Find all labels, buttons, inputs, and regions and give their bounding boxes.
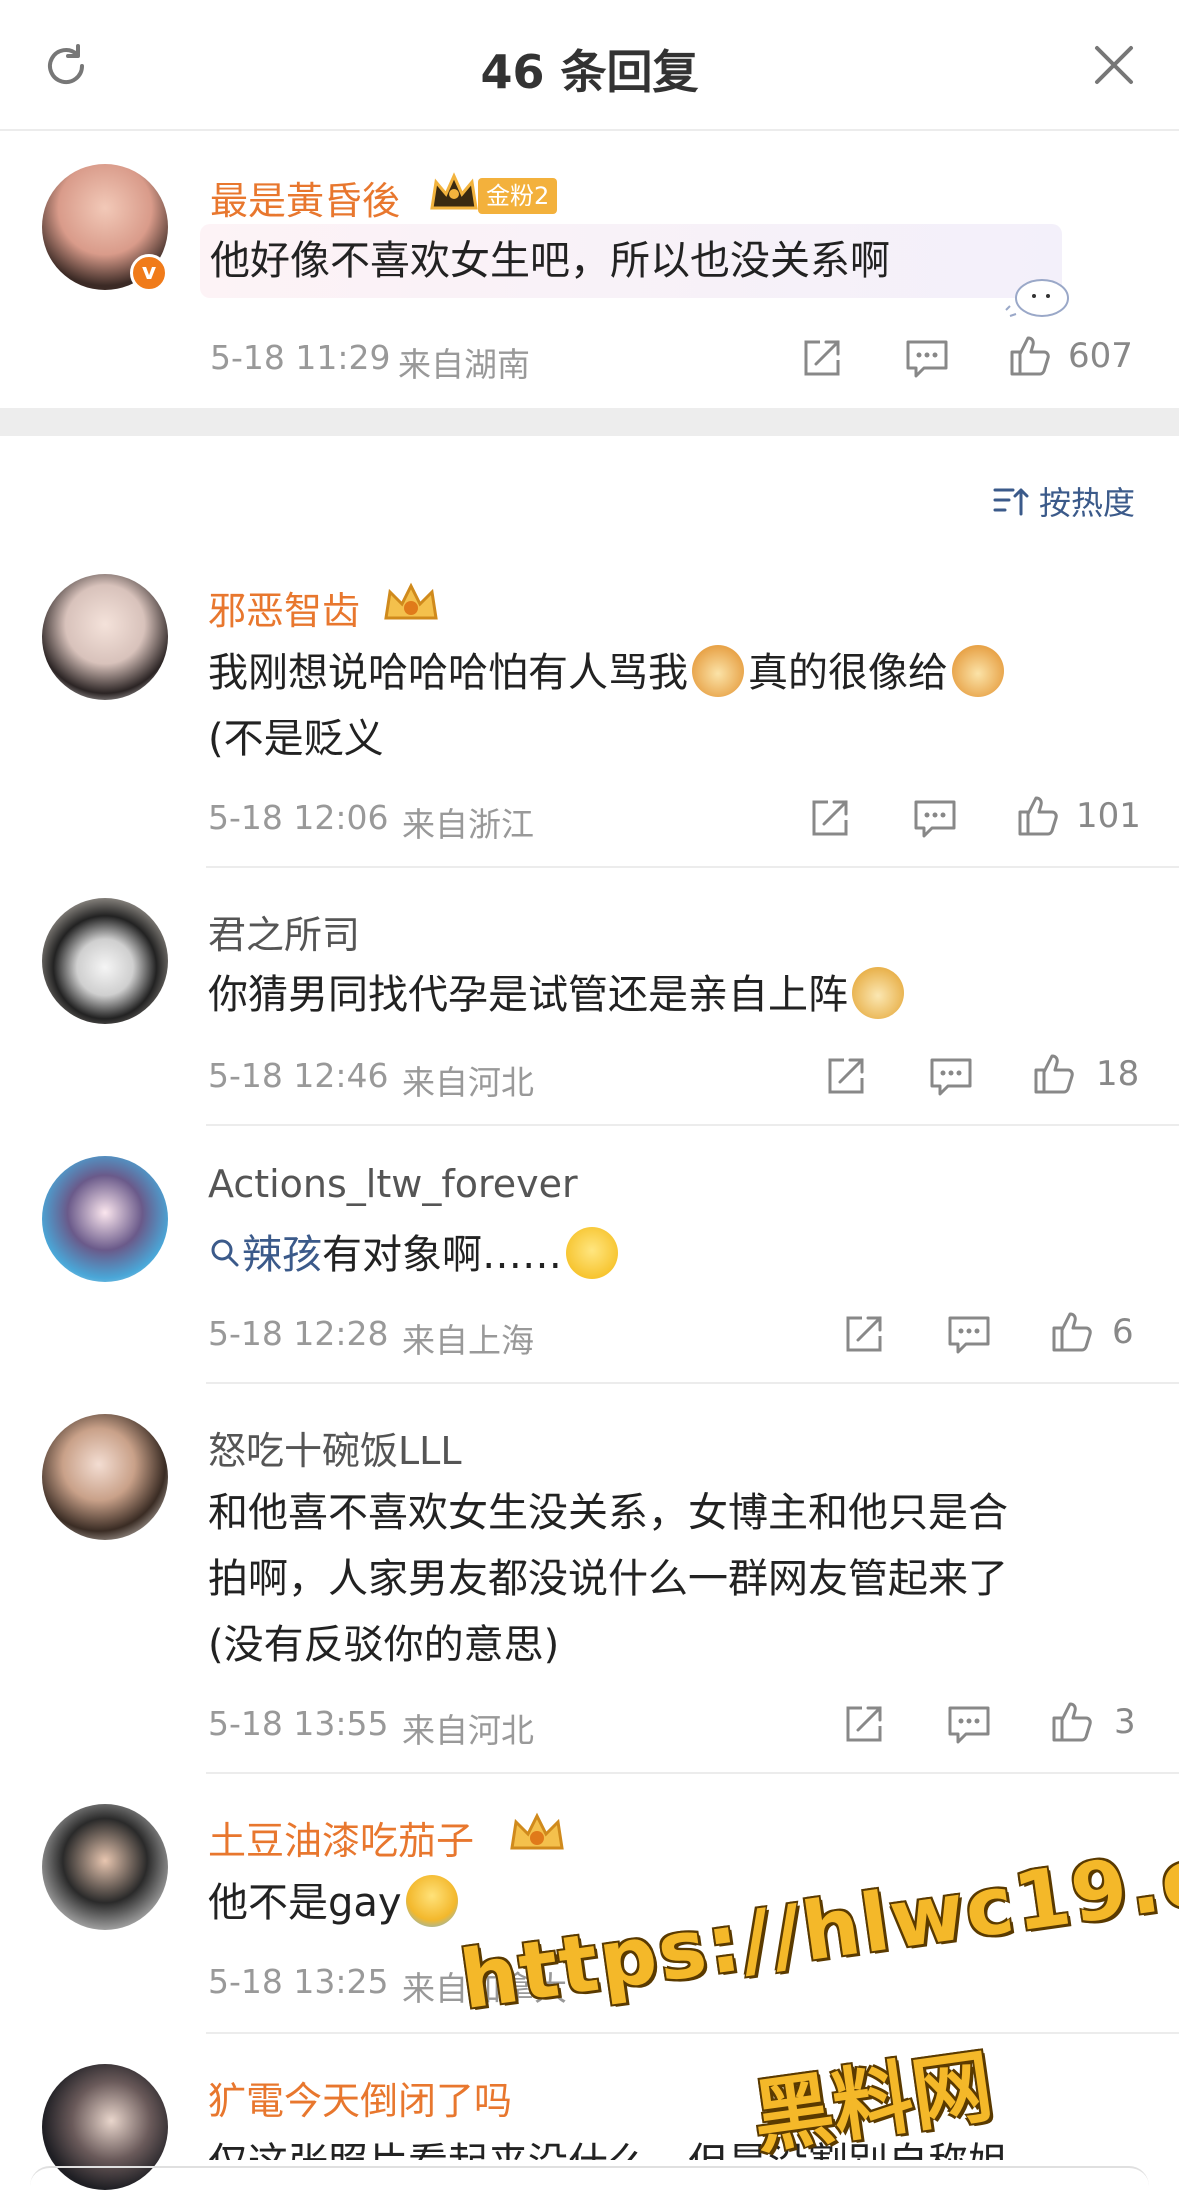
share-icon[interactable] [808,796,852,840]
bottom-sheet-edge [30,2166,1149,2186]
comment-text-part: (没有反驳你的意思) [208,1622,560,1668]
comment-icon[interactable] [928,1054,974,1098]
like-count: 6 [1112,1312,1134,1352]
share-icon[interactable] [842,1702,886,1746]
comment-author[interactable]: 邪恶智齿 [208,580,360,635]
comment-text-part: 有对象啊…… [322,1232,562,1278]
share-icon[interactable] [842,1312,886,1356]
doge-emoji-icon [952,645,1004,697]
like-count: 3 [1114,1702,1136,1742]
comment-text-part: 他不是gay [208,1880,402,1926]
smile-emoji-icon [566,1227,618,1279]
comment-text: 他好像不喜欢女生吧，所以也没关系啊 [210,238,890,284]
crown-icon [510,1812,564,1850]
comment-location: 来自河北 [402,1063,534,1102]
like-icon[interactable] [1006,332,1054,380]
crying-emoji-icon [405,1875,458,1927]
comment-author[interactable]: 土豆油漆吃茄子 [208,1810,474,1865]
page-title: 46 条回复 [480,45,699,99]
crown-icon [384,582,438,620]
share-icon[interactable] [800,336,844,380]
like-count: 607 [1068,336,1133,376]
comment-text: 你猜男同找代孕是试管还是亲自上阵 [208,962,908,1028]
like-icon[interactable] [1030,1050,1078,1098]
comment-text-part: 你猜男同找代孕是试管还是亲自上阵 [208,972,848,1018]
comment-text: 他不是gay [208,1870,462,1936]
like-icon[interactable] [1014,792,1062,840]
comment-text-part: 真的很像给 [748,650,948,696]
verified-badge-icon: v [130,254,168,292]
sort-icon[interactable] [993,484,1029,518]
comment-location: 来自河北 [402,1711,534,1750]
share-icon[interactable] [824,1054,868,1098]
avatar[interactable] [42,1156,168,1282]
avatar[interactable] [42,898,168,1024]
comment-author[interactable]: Actions_ltw_forever [208,1162,578,1206]
comment-location: 来自湖南 [398,345,530,384]
comment-location: 来自上海 [402,1321,534,1360]
like-count: 101 [1076,796,1141,836]
doge-emoji-icon [852,967,904,1019]
divider [206,1382,1179,1384]
comment-text-part: 拍啊，人家男友都没说什么一群网友管起来了 [208,1556,1008,1602]
comment-icon[interactable] [904,336,950,380]
header: 46 条回复 [0,0,1179,131]
divider [206,1124,1179,1126]
comment-author[interactable]: 犷電今天倒闭了吗 [208,2070,512,2125]
search-icon [211,1239,239,1267]
topic-link[interactable]: 辣孩 [242,1232,322,1278]
comment-text: 和他喜不喜欢女生没关系，女博主和他只是合 拍啊，人家男友都没说什么一群网友管起来… [208,1480,1008,1678]
divider [206,2032,1179,2034]
comment-icon[interactable] [946,1312,992,1356]
doge-emoji-icon [692,645,744,697]
avatar[interactable] [42,1414,168,1540]
comment-time: 5-18 12:28 [208,1314,389,1353]
like-icon[interactable] [1048,1698,1096,1746]
comment-author[interactable]: 最是黃昏後 [210,170,400,225]
divider [206,1772,1179,1774]
comment-author[interactable]: 君之所司 [208,904,360,959]
comment-icon[interactable] [912,796,958,840]
comment-time: 5-18 11:29 [210,338,391,377]
comment-time: 5-18 12:06 [208,798,389,837]
like-icon[interactable] [1048,1308,1096,1356]
comment-time: 5-18 13:25 [208,1962,389,2001]
avatar[interactable] [42,1804,168,1930]
fan-badge: 金粉2 [478,178,558,214]
comment-author[interactable]: 怒吃十碗饭LLL [208,1420,462,1475]
divider [206,866,1179,868]
close-icon[interactable] [1089,40,1139,90]
avatar[interactable] [42,574,168,700]
sort-toggle[interactable]: 按热度 [1039,478,1135,524]
cloud-sticker-icon [1005,279,1069,317]
comment-time: 5-18 13:55 [208,1704,389,1743]
section-divider [0,408,1179,436]
comment-text-part: (不是贬义 [208,716,384,762]
comment-location: 来自浙江 [402,805,534,844]
crown-icon [430,172,478,210]
comment-icon[interactable] [946,1702,992,1746]
comment-time: 5-18 12:46 [208,1056,389,1095]
like-count: 18 [1096,1054,1140,1094]
comment-text: 我刚想说哈哈哈怕有人骂我 真的很像给 (不是贬义 [208,640,1008,772]
comment-text-part: 和他喜不喜欢女生没关系，女博主和他只是合 [208,1490,1008,1536]
comment-text-part: 我刚想说哈哈哈怕有人骂我 [208,650,688,696]
comment-text: 辣孩有对象啊…… [208,1222,622,1288]
